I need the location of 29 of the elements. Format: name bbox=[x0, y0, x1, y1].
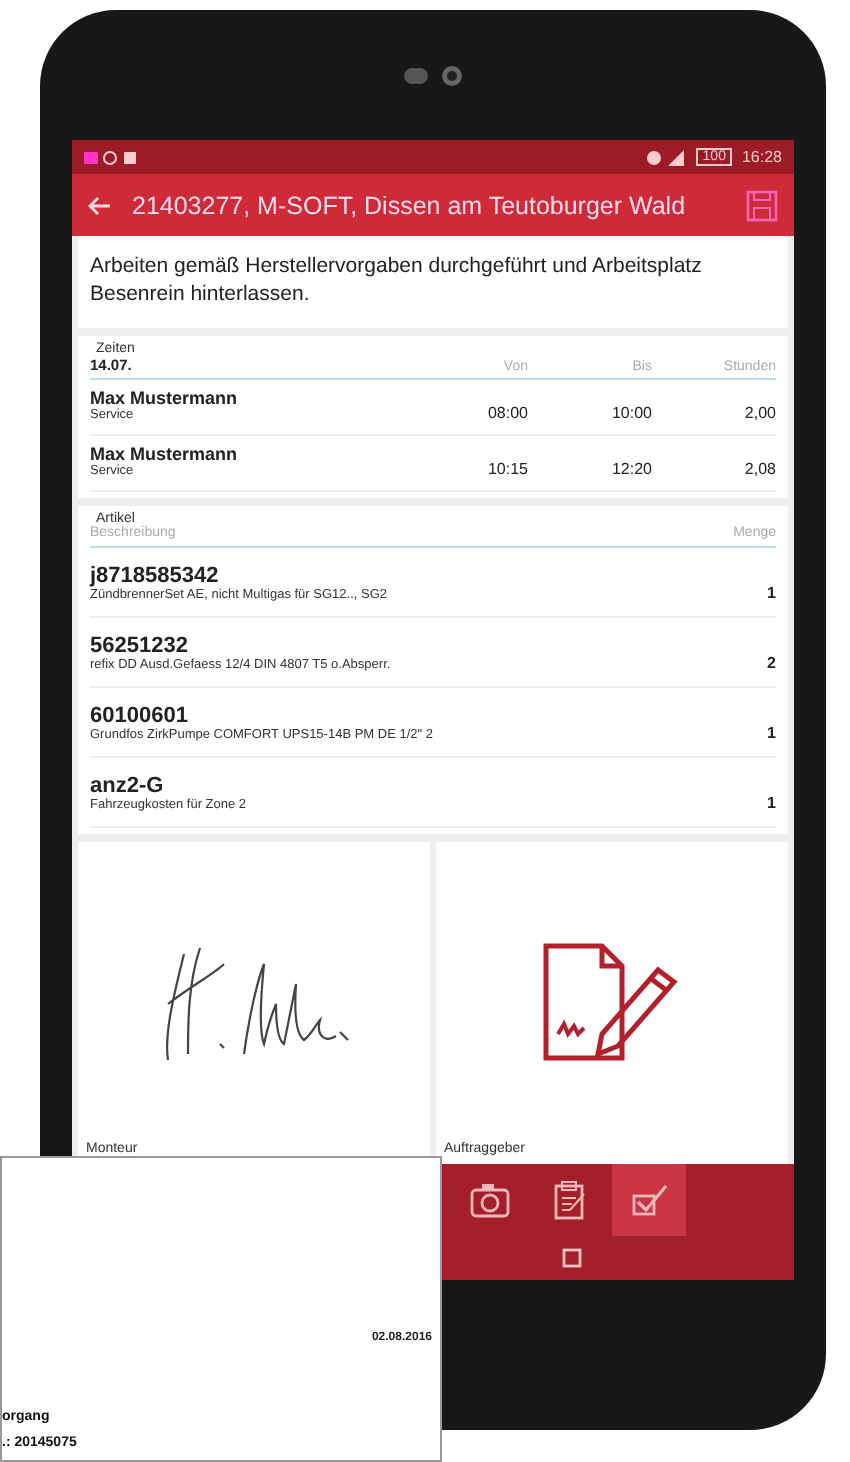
article-number: anz2-G bbox=[90, 774, 166, 798]
app-title: 21403277, M-SOFT, Dissen am Teutoburger Wald bbox=[132, 191, 688, 219]
quantity-value: 2 bbox=[767, 654, 776, 672]
notification-icon bbox=[84, 149, 136, 165]
employee-name: Max Mustermann bbox=[90, 388, 240, 408]
camera-icon bbox=[403, 63, 463, 87]
end-time: 12:20 bbox=[609, 460, 652, 478]
end-time: 10:00 bbox=[609, 404, 652, 422]
work-description: Arbeiten gemäß Herstellervorgaben durchgeführt und Arbeitsplatz Besenrein hinterlassen. bbox=[90, 252, 704, 308]
clipboard-icon bbox=[551, 1180, 587, 1220]
quantity-value: 1 bbox=[767, 584, 776, 602]
checkbox-icon bbox=[629, 1182, 669, 1218]
article-number: 60100601 bbox=[90, 704, 190, 728]
quantity-value: 1 bbox=[767, 794, 776, 812]
back-button[interactable] bbox=[84, 191, 116, 219]
start-time: 10:15 bbox=[485, 460, 528, 478]
signal-icon bbox=[646, 149, 687, 165]
article-number: 56251232 bbox=[90, 634, 190, 658]
article-number: j8718585342 bbox=[90, 564, 221, 588]
recents-icon[interactable] bbox=[561, 1248, 581, 1268]
start-time: 08:00 bbox=[485, 404, 528, 422]
hours-value: 2,00 bbox=[742, 404, 776, 422]
camera-icon bbox=[469, 1182, 509, 1218]
quantity-value: 1 bbox=[767, 724, 776, 742]
hours-value: 2,08 bbox=[742, 460, 776, 478]
toolbar-button[interactable] bbox=[612, 1164, 686, 1236]
clock-time: 16:28 bbox=[741, 148, 782, 166]
employee-name: Max Mustermann bbox=[90, 444, 240, 464]
sign-document-icon bbox=[542, 941, 682, 1065]
